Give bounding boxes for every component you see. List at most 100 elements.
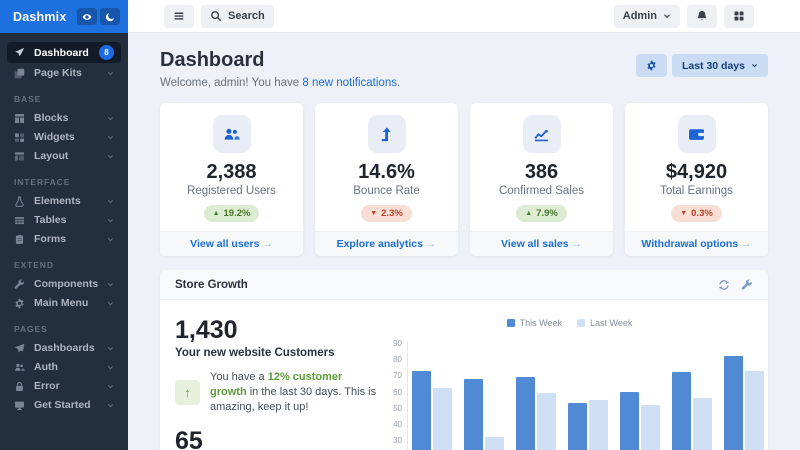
sidebar-item-forms[interactable]: Forms — [7, 230, 121, 248]
sidebar-item-components[interactable]: Components — [7, 275, 121, 293]
bell-icon — [696, 10, 708, 22]
bar-this-week-group-7[interactable] — [724, 356, 743, 450]
stat-card-confirmed-sales: 386Confirmed Sales▲7.9%View all sales → — [470, 103, 613, 256]
store-growth-chart: This WeekLast Week 90807060504030 — [380, 316, 753, 450]
refresh-icon[interactable] — [718, 279, 730, 291]
bar-this-week-group-4[interactable] — [568, 403, 587, 450]
gear-icon — [646, 60, 657, 71]
sidebar-toggle-button[interactable] — [164, 5, 194, 28]
sidebar-item-dashboards[interactable]: Dashboards — [7, 339, 121, 357]
search-button[interactable]: Search — [201, 5, 274, 28]
sidebar-item-tables[interactable]: Tables — [7, 211, 121, 229]
sidebar-item-label: Auth — [34, 361, 58, 373]
dark-mode-toggle-button[interactable] — [100, 8, 120, 25]
chevron-down-icon — [107, 153, 114, 160]
bar-last-week-group-2[interactable] — [485, 437, 504, 450]
stat-card-action-link[interactable]: View all sales → — [470, 231, 613, 256]
paper-plane-icon — [14, 343, 25, 354]
bar-this-week-group-5[interactable] — [620, 392, 639, 450]
settings-button[interactable] — [636, 54, 667, 77]
stat-card-action-link[interactable]: Explore analytics → — [315, 231, 458, 256]
sidebar-item-error[interactable]: Error — [7, 377, 121, 395]
bar-last-week-group-4[interactable] — [589, 400, 608, 450]
legend-item[interactable]: This Week — [507, 318, 562, 328]
sidebar-nav: Dashboard8Page KitsBASEBlocksWidgetsLayo… — [0, 33, 128, 415]
y-axis-tick-label: 90 — [386, 339, 402, 348]
chart-legend: This Week Last Week — [386, 316, 753, 328]
sidebar-item-dashboard[interactable]: Dashboard8 — [7, 42, 121, 63]
welcome-text: Welcome, admin! You have 8 new notificat… — [160, 77, 768, 89]
apps-button[interactable] — [724, 5, 754, 28]
bar-last-week-group-7[interactable] — [745, 371, 764, 450]
legend-swatch — [577, 319, 585, 327]
y-axis-tick-label: 40 — [386, 420, 402, 429]
admin-menu-button[interactable]: Admin — [614, 5, 680, 28]
monitor-icon — [14, 400, 25, 411]
sidebar-item-label: Components — [34, 278, 98, 290]
chevron-down-icon — [107, 236, 114, 243]
sidebar-header: Dashmix — [0, 0, 128, 33]
bar-this-week-group-1[interactable] — [412, 371, 431, 450]
growth-alert: ↑ You have a 12% customer growth in the … — [175, 370, 380, 415]
chevron-down-icon — [107, 134, 114, 141]
users-group-icon — [213, 115, 251, 153]
notifications-link[interactable]: 8 new notifications — [302, 77, 397, 89]
y-axis-tick-label: 60 — [386, 388, 402, 397]
arrow-right-icon: → — [741, 238, 752, 250]
customers-value: 1,430 — [175, 316, 380, 345]
chevron-down-icon — [107, 383, 114, 390]
stat-card-registered-users: 2,388Registered Users▲19.2%View all user… — [160, 103, 303, 256]
bar-last-week-group-3[interactable] — [537, 393, 556, 450]
sidebar-item-blocks[interactable]: Blocks — [7, 109, 121, 127]
chart-line-icon — [523, 115, 561, 153]
sidebar-item-get-started[interactable]: Get Started — [7, 396, 121, 414]
stat-card-action-link[interactable]: View all users → — [160, 231, 303, 256]
sidebar-item-page-kits[interactable]: Page Kits — [7, 64, 121, 82]
chevron-down-icon — [107, 402, 114, 409]
bar-this-week-group-6[interactable] — [672, 372, 691, 450]
customers-label: Your new website Customers — [175, 347, 380, 359]
widgets-icon — [14, 132, 25, 143]
sidebar-item-elements[interactable]: Elements — [7, 192, 121, 210]
wrench-icon[interactable] — [741, 279, 753, 291]
bar-last-week-group-5[interactable] — [641, 405, 660, 450]
blocks-grid-icon — [14, 113, 25, 124]
layout-icon — [14, 151, 25, 162]
sidebar-item-main-menu[interactable]: Main Menu — [7, 294, 121, 312]
sidebar-item-widgets[interactable]: Widgets — [7, 128, 121, 146]
date-range-button[interactable]: Last 30 days — [672, 54, 768, 77]
chevron-down-icon — [107, 300, 114, 307]
stat-label: Confirmed Sales — [478, 185, 605, 197]
stat-label: Registered Users — [168, 185, 295, 197]
delta-badge: ▼2.3% — [361, 205, 412, 222]
sidebar-item-layout[interactable]: Layout — [7, 147, 121, 165]
bar-this-week-group-3[interactable] — [516, 377, 535, 450]
arrow-right-icon: → — [262, 238, 273, 250]
bar-last-week-group-6[interactable] — [693, 398, 712, 450]
legend-item[interactable]: Last Week — [577, 318, 632, 328]
delta-badge: ▼0.3% — [671, 205, 722, 222]
stat-card-body: 386Confirmed Sales▲7.9% — [470, 103, 613, 231]
notification-count-badge: 8 — [99, 45, 114, 60]
delta-badge: ▲7.9% — [516, 205, 567, 222]
sidebar-item-label: Forms — [34, 233, 66, 245]
sidebar-item-auth[interactable]: Auth — [7, 358, 121, 376]
main-area: Search Admin Dashboard Welcome, admin! Y… — [128, 0, 800, 450]
eye-icon — [82, 12, 92, 22]
nav-section-heading: INTERFACE — [14, 177, 114, 187]
sidebar-item-label: Get Started — [34, 399, 91, 411]
bar-this-week-group-2[interactable] — [464, 379, 483, 450]
brand-logo: Dashmix — [13, 10, 74, 24]
y-axis-tick-label: 50 — [386, 404, 402, 413]
triangle-up-icon: ▲ — [525, 210, 532, 217]
search-icon — [210, 10, 222, 22]
beaker-icon — [14, 196, 25, 207]
stat-value: 14.6% — [323, 161, 450, 184]
bar-last-week-group-1[interactable] — [433, 388, 452, 450]
notifications-button[interactable] — [687, 5, 717, 28]
y-axis-tick-label: 70 — [386, 371, 402, 380]
color-mode-toggle-button[interactable] — [77, 8, 97, 25]
stat-card-action-link[interactable]: Withdrawal options → — [625, 231, 768, 256]
store-growth-title: Store Growth — [175, 279, 718, 291]
page-heading: Dashboard Welcome, admin! You have 8 new… — [160, 33, 768, 89]
